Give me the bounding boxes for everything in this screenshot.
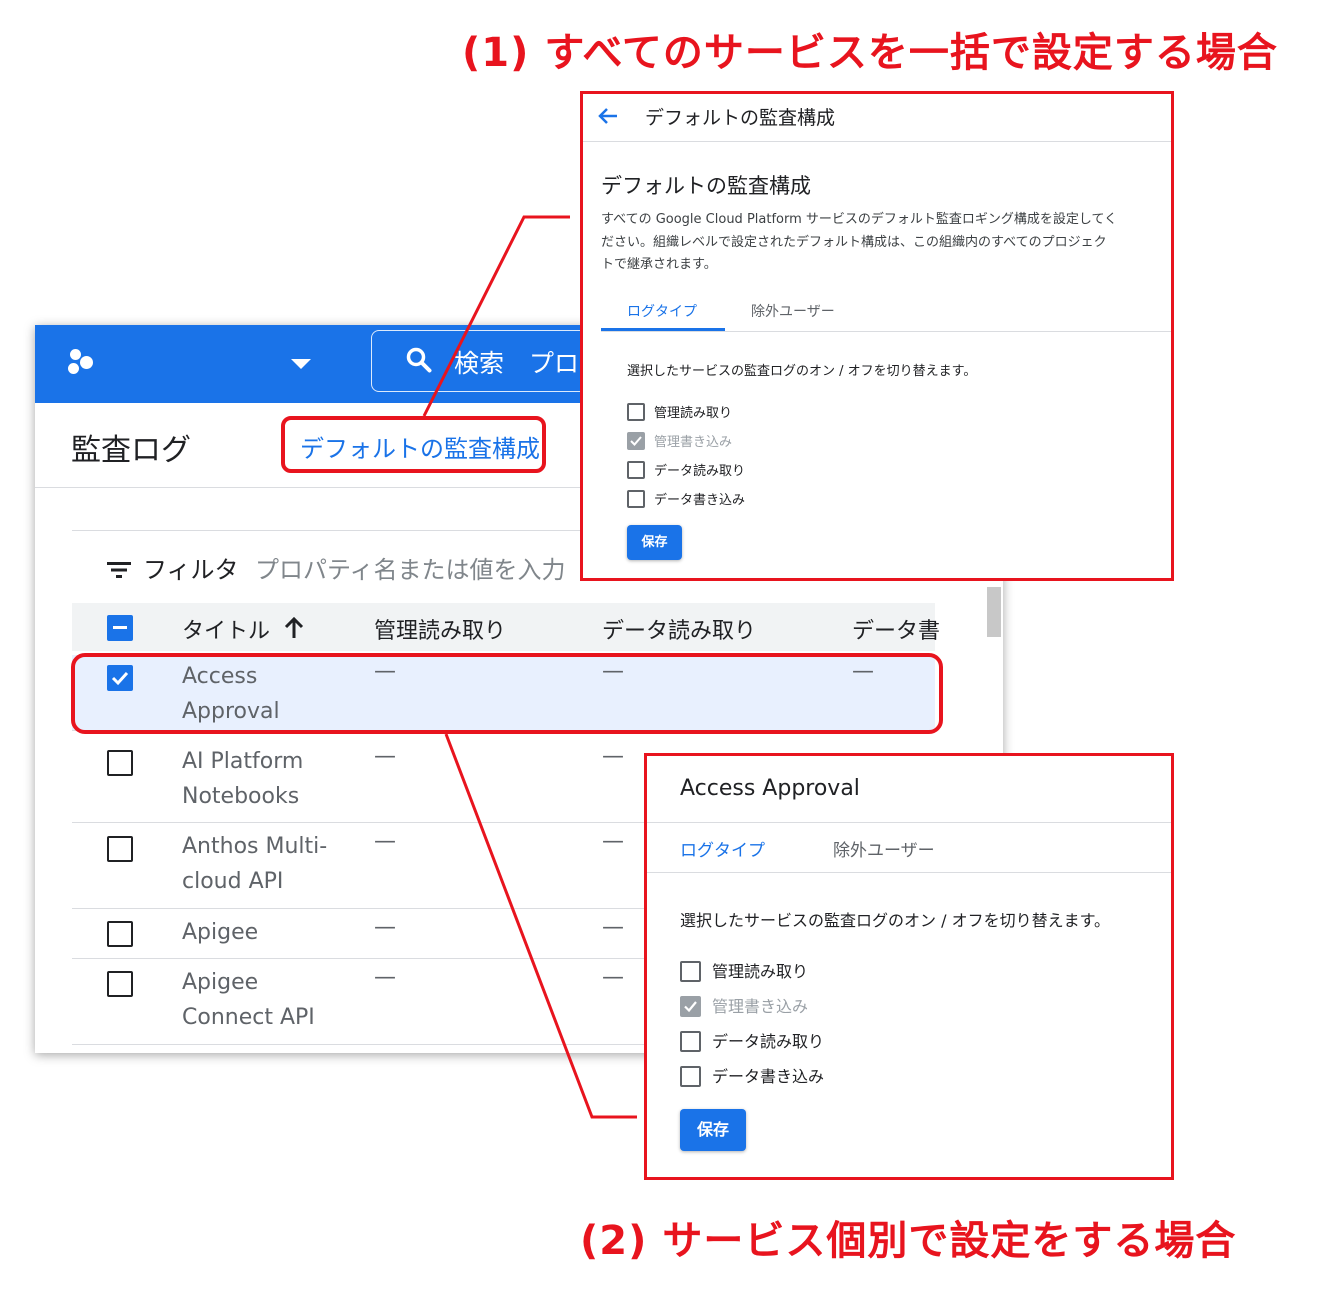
- data-write-label: データ書き込み: [654, 493, 746, 508]
- admin-read-checkbox[interactable]: [627, 403, 645, 421]
- panel-description: ださい。組織レベルで設定されたデフォルト構成は、この組織内のすべてのプロジェク: [601, 235, 1107, 250]
- panel-title: デフォルトの監査構成: [601, 174, 811, 198]
- data-read-checkbox[interactable]: [627, 461, 645, 479]
- data-write-checkbox[interactable]: [627, 490, 645, 508]
- divider: [583, 141, 1171, 142]
- divider: [647, 822, 1171, 823]
- admin-read-label: 管理読み取り: [654, 406, 733, 421]
- save-button[interactable]: 保存: [627, 525, 682, 560]
- instruction-text: 選択したサービスの監査ログのオン / オフを切り替えます。: [680, 911, 1110, 930]
- service-audit-config-panel: Access Approval ログタイプ 除外ユーザー 選択したサービスの監査…: [644, 753, 1174, 1180]
- tab-log-type[interactable]: ログタイプ: [680, 836, 765, 861]
- tab-excluded-users[interactable]: 除外ユーザー: [833, 836, 935, 861]
- panel-title: Access Approval: [680, 776, 860, 801]
- tab-excluded-users[interactable]: 除外ユーザー: [751, 301, 835, 321]
- admin-write-label: 管理書き込み: [712, 997, 809, 1016]
- data-write-label: データ書き込み: [712, 1067, 825, 1086]
- save-button[interactable]: 保存: [680, 1109, 746, 1151]
- data-write-checkbox[interactable]: [680, 1066, 701, 1087]
- data-read-label: データ読み取り: [712, 1032, 825, 1051]
- instruction-text: 選択したサービスの監査ログのオン / オフを切り替えます。: [627, 364, 977, 379]
- default-audit-config-panel: デフォルトの監査構成 デフォルトの監査構成 すべての Google Cloud …: [580, 91, 1174, 581]
- admin-write-checkbox: [627, 432, 645, 450]
- admin-write-label: 管理書き込み: [654, 435, 733, 450]
- tab-log-type[interactable]: ログタイプ: [627, 301, 697, 321]
- divider: [647, 872, 1171, 873]
- panel-description: トで継承されます。: [601, 257, 717, 272]
- panel-header: デフォルトの監査構成: [645, 107, 836, 129]
- panel-description: すべての Google Cloud Platform サービスのデフォルト監査ロ…: [601, 212, 1118, 227]
- data-read-checkbox[interactable]: [680, 1031, 701, 1052]
- data-read-label: データ読み取り: [654, 464, 746, 479]
- admin-read-checkbox[interactable]: [680, 961, 701, 982]
- divider: [601, 331, 1171, 332]
- admin-write-checkbox: [680, 996, 701, 1017]
- admin-read-label: 管理読み取り: [712, 962, 809, 981]
- back-arrow-icon[interactable]: [597, 106, 619, 126]
